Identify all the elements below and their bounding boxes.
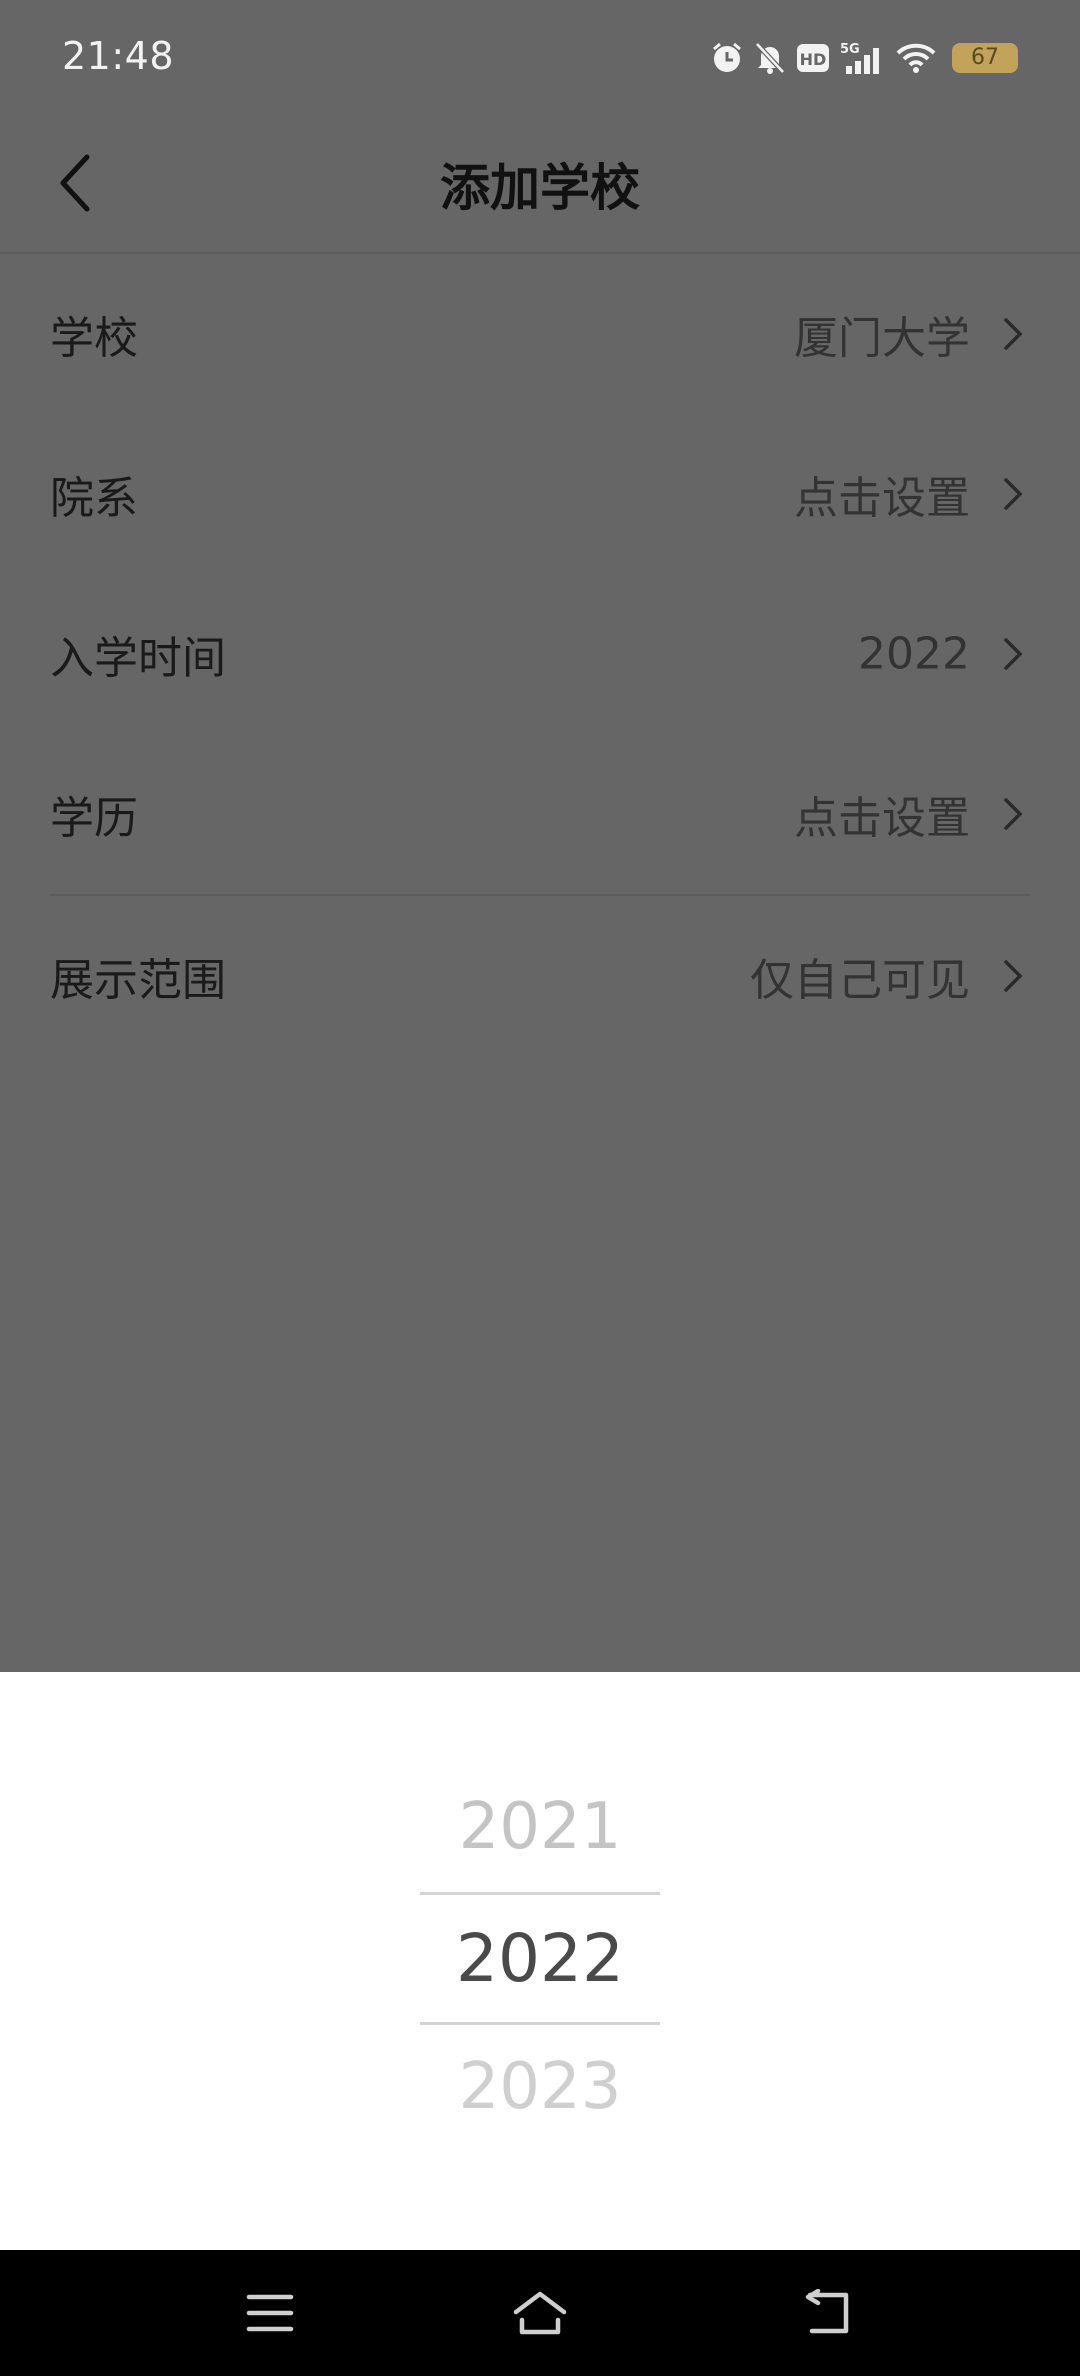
row-value: 点击设置	[794, 793, 970, 844]
row-department[interactable]: 院系 点击设置	[0, 414, 1080, 574]
nav-back-button[interactable]	[786, 2278, 866, 2348]
row-label: 学历	[50, 793, 138, 844]
status-bar: 21:48 HD 5G 67	[0, 0, 1080, 120]
row-label: 院系	[50, 473, 138, 524]
mute-bell-icon	[755, 42, 785, 74]
row-school[interactable]: 学校 厦门大学	[0, 254, 1080, 414]
app-header: 添加学校	[0, 120, 1080, 254]
picker-option-selected[interactable]: 2022	[0, 1920, 1080, 1997]
hd-icon: HD	[797, 44, 829, 72]
nav-menu-button[interactable]	[230, 2278, 310, 2348]
picker-option-previous[interactable]: 2021	[0, 1790, 1080, 1864]
battery-indicator: 67	[952, 43, 1018, 73]
status-icons: HD 5G 67	[710, 38, 1018, 78]
return-icon	[805, 2289, 849, 2334]
row-visibility[interactable]: 展示范围 仅自己可见	[0, 896, 1080, 1056]
row-degree[interactable]: 学历 点击设置	[0, 734, 1080, 894]
page-title: 添加学校	[440, 159, 640, 217]
menu-icon	[246, 2294, 294, 2332]
row-label: 展示范围	[50, 955, 226, 1006]
chevron-right-icon	[1004, 478, 1023, 510]
nav-home-button[interactable]	[500, 2278, 580, 2348]
home-icon	[513, 2291, 567, 2335]
row-label: 学校	[50, 313, 138, 364]
chevron-right-icon	[1004, 318, 1023, 350]
5g-signal-icon: 5G	[840, 42, 879, 74]
picker-selection-line-top	[420, 1892, 660, 1895]
wifi-icon	[896, 43, 936, 73]
row-value: 厦门大学	[794, 313, 970, 364]
network-label: 5G	[840, 42, 860, 57]
row-enrollment-year[interactable]: 入学时间 2022	[0, 574, 1080, 734]
row-value: 仅自己可见	[750, 955, 970, 1006]
system-nav-bar	[0, 2250, 1080, 2376]
chevron-right-icon	[1004, 798, 1023, 830]
status-time: 21:48	[62, 34, 175, 78]
school-form: 学校 厦门大学 院系 点击设置 入学时间 2022 学历 点击设置 展示范围 仅…	[0, 254, 1080, 1056]
chevron-right-icon	[1004, 638, 1023, 670]
alarm-icon	[713, 42, 741, 72]
hd-label: HD	[800, 50, 827, 69]
picker-option-next[interactable]: 2023	[0, 2050, 1080, 2124]
dimmed-page[interactable]: 21:48 HD 5G 67 添加学校 学校 厦门大学 院系 点击设置 入学时间…	[0, 0, 1080, 1672]
row-value: 2022	[858, 628, 970, 680]
chevron-right-icon	[1004, 960, 1023, 992]
year-picker-sheet: 2021 2022 2023	[0, 1672, 1080, 2250]
row-label: 入学时间	[50, 633, 226, 684]
picker-selection-line-bottom	[420, 2022, 660, 2025]
row-value: 点击设置	[794, 473, 970, 524]
